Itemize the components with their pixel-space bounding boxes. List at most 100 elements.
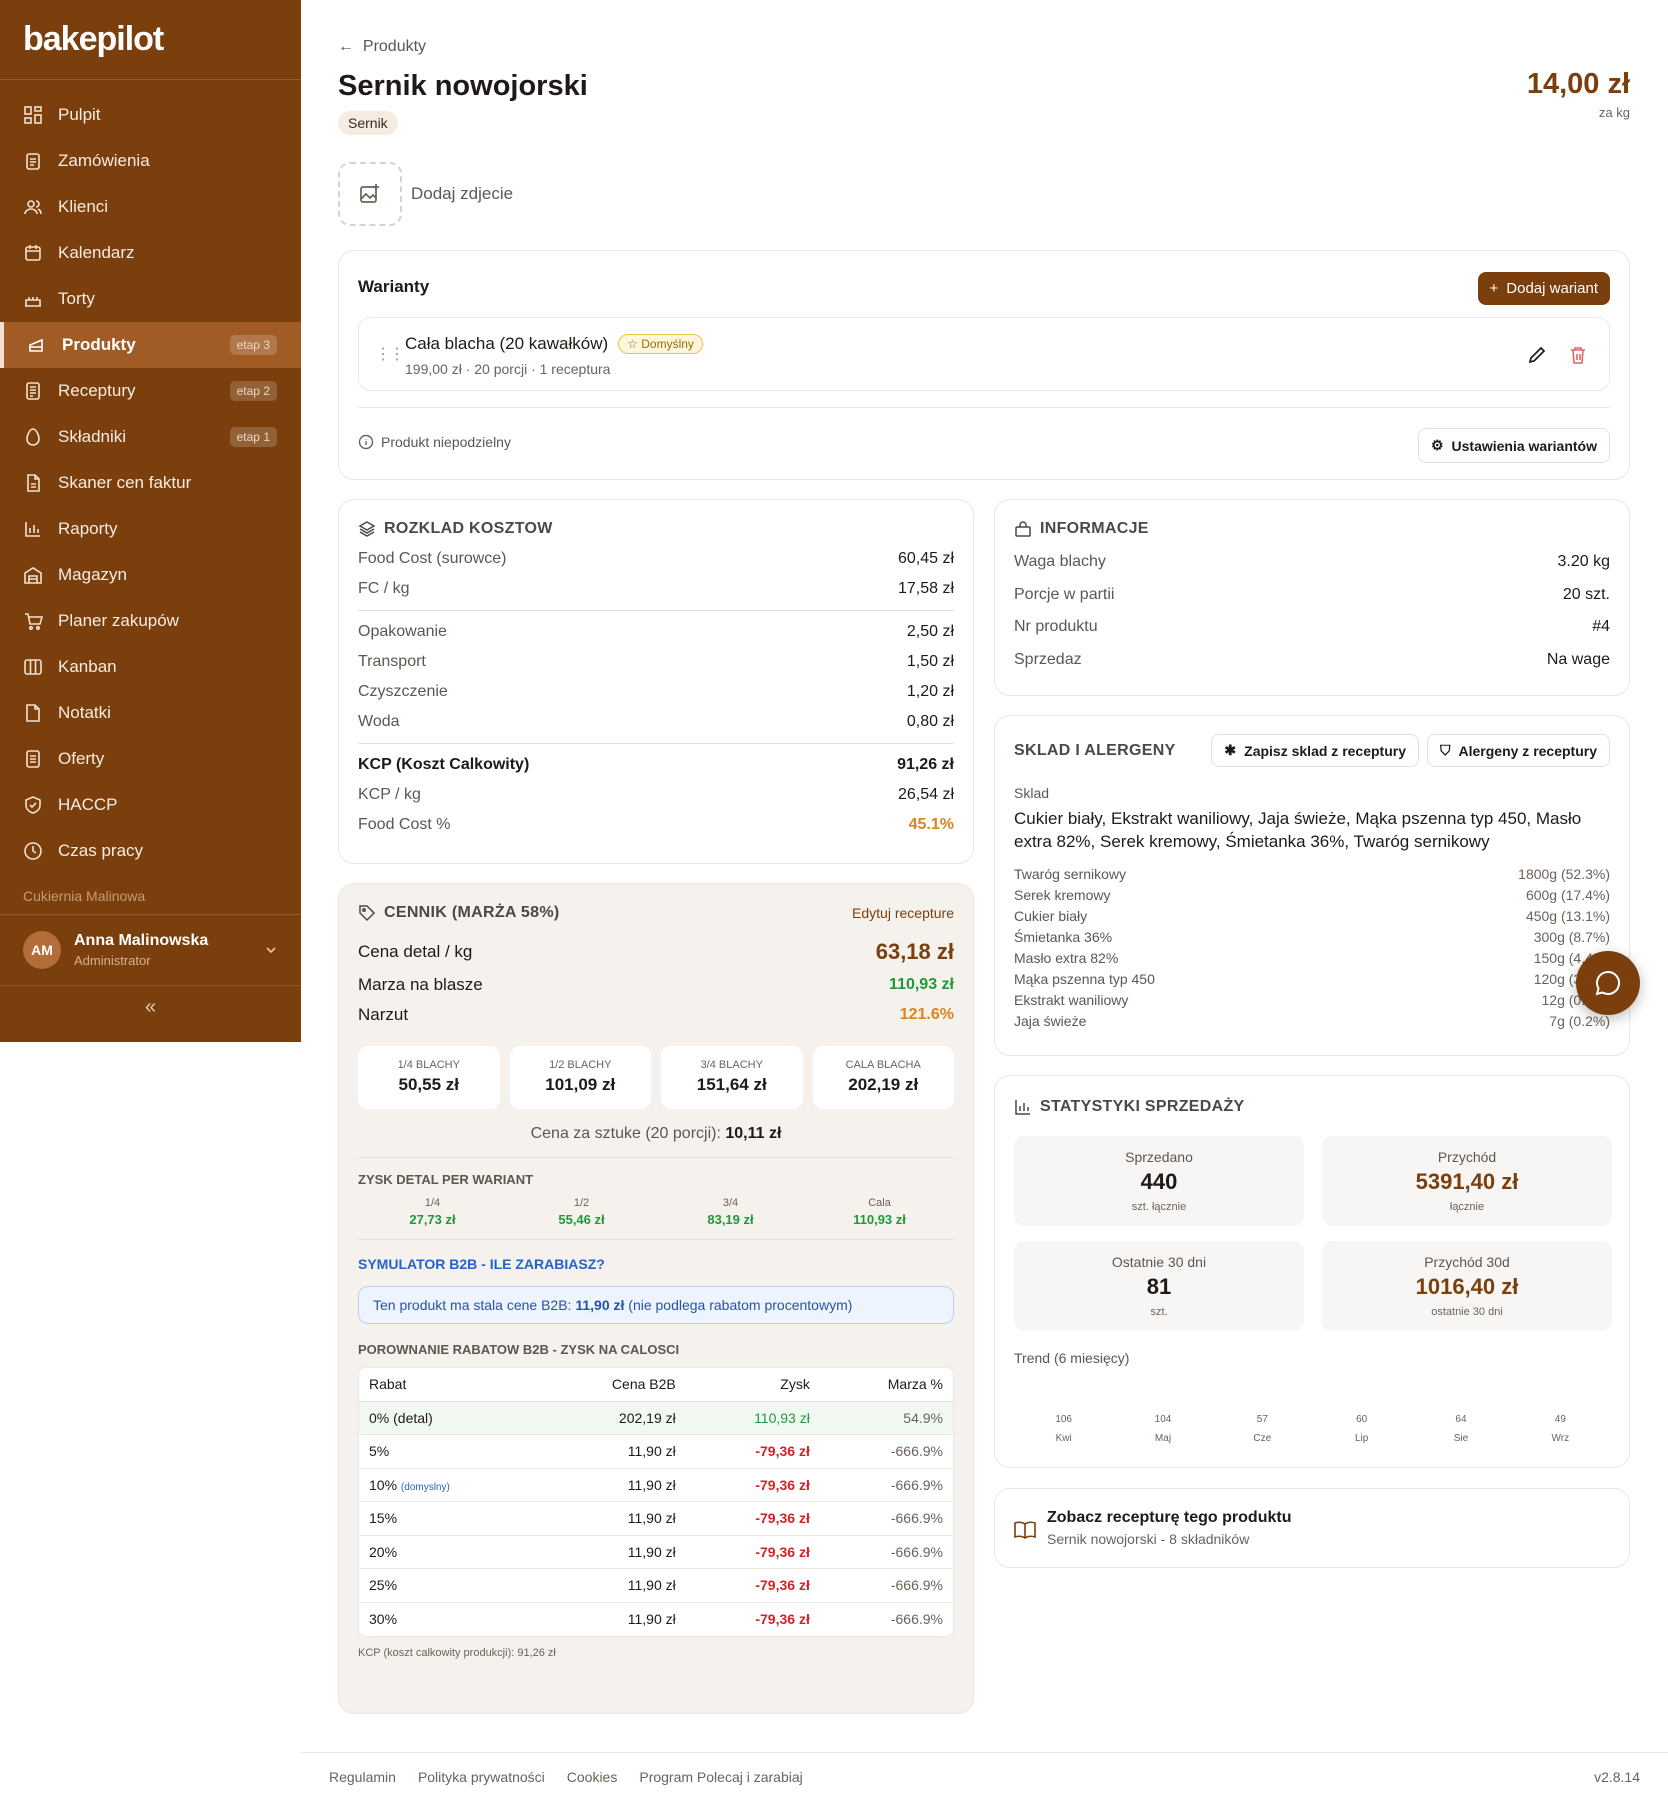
variant-name: Cała blacha (20 kawałków) (405, 334, 609, 353)
sidebar-item-skaner[interactable]: Skaner cen faktur (0, 460, 301, 506)
profit-value: 55,46 zł (558, 1212, 605, 1227)
add-variant-button[interactable]: + Dodaj wariant (1477, 272, 1610, 305)
recipe-link-card[interactable]: Zobacz recepturę tego produktu Sernik no… (994, 1488, 1630, 1568)
footer-link-regulamin[interactable]: Regulamin (329, 1769, 396, 1785)
variant-item[interactable]: ⋮⋮ Cała blacha (20 kawałków) ☆ Domyślny … (358, 317, 1610, 391)
portion-value: 202,19 zł (848, 1075, 919, 1094)
sidebar-item-receptury[interactable]: Receptury etap 2 (0, 368, 301, 414)
allergens-button[interactable]: ⛉ Alergeny z receptury (1427, 734, 1610, 767)
page-title: Sernik nowojorski (338, 70, 588, 102)
portion-label: 1/4 BLACHY (397, 1059, 460, 1071)
cell-discount: 20% (359, 1535, 538, 1569)
sidebar-item-planer[interactable]: Planer zakupów (0, 598, 301, 644)
cell-discount: 15% (359, 1501, 538, 1536)
profit-value: 83,19 zł (707, 1212, 754, 1227)
ingredient-amount: 7g (0.2%) (1549, 1012, 1610, 1029)
profit-value: 27,73 zł (409, 1212, 456, 1227)
cost-row-total: KCP (Koszt Calkowity) 91,26 zł (358, 750, 954, 780)
sidebar-item-pulpit[interactable]: Pulpit (0, 92, 301, 138)
info-label: Waga blachy (1014, 553, 1106, 571)
stat-sub: ostatnie 30 dni (1431, 1306, 1503, 1318)
ingredient-amount: 600g (17.4%) (1525, 886, 1610, 903)
portion-box: 1/4 BLACHY 50,55 zł (358, 1046, 500, 1109)
portion-box: 3/4 BLACHY 151,64 zł (661, 1046, 803, 1109)
sidebar-item-magazyn[interactable]: Magazyn (0, 552, 301, 598)
sidebar-item-skladniki[interactable]: Składniki etap 1 (0, 414, 301, 460)
cost-label: Czyszczenie (358, 683, 448, 700)
cell-margin: 54.9% (819, 1401, 953, 1435)
sidebar-item-label: Oferty (58, 749, 105, 768)
add-photo-button[interactable]: Dodaj zdjecie (338, 162, 513, 226)
footer-link-referral[interactable]: Program Polecaj i zarabiaj (639, 1769, 802, 1785)
profit-label: 1/4 (424, 1197, 441, 1209)
stage-badge: etap 3 (229, 335, 277, 355)
stat-box: Sprzedano 440 szt. łącznie (1014, 1136, 1304, 1226)
b2b-note-post: (nie podlega rabatom procentowym) (628, 1297, 853, 1313)
variants-card: Warianty + Dodaj wariant ⋮⋮ Cała blacha (… (338, 250, 1630, 480)
stat-sub: szt. łącznie (1131, 1201, 1187, 1213)
edit-icon[interactable] (1527, 345, 1547, 365)
cake-slice-icon (29, 338, 43, 352)
info-value: 3.20 kg (1557, 553, 1610, 571)
shield-check-icon (25, 796, 41, 814)
cost-breakdown-card: ROZKLAD KOSZTOW Food Cost (surowce) 60,45… (338, 499, 974, 864)
trend-month: Kwi (1055, 1433, 1072, 1444)
user-name: Anna Malinowska (74, 932, 209, 949)
sidebar-item-produkty[interactable]: Produkty etap 3 (0, 322, 301, 368)
save-composition-label: Zapisz sklad z receptury (1244, 742, 1406, 759)
cell-margin: -666.9% (819, 1535, 953, 1569)
cost-value: 45.1% (908, 816, 954, 833)
sidebar-item-zamowienia[interactable]: Zamówienia (0, 138, 301, 184)
sidebar-item-kanban[interactable]: Kanban (0, 644, 301, 690)
cost-row: FC / kg 17,58 zł (358, 574, 954, 604)
footer-link-privacy[interactable]: Polityka prywatności (418, 1769, 545, 1785)
sidebar-item-kalendarz[interactable]: Kalendarz (0, 230, 301, 276)
variant-settings-button[interactable]: ⚙ Ustawienia wariantów (1417, 428, 1610, 463)
portion-box: 1/2 BLACHY 101,09 zł (509, 1046, 651, 1109)
cost-label: Woda (358, 713, 400, 730)
indivisible-label: Produkt niepodzielny (381, 434, 511, 450)
sidebar-item-label: Skaner cen faktur (58, 473, 192, 492)
info-row: Waga blachy 3.20 kg (1014, 546, 1610, 579)
cost-breakdown-title-label: ROZKLAD KOSZTOW (384, 520, 553, 537)
sidebar-item-notatki[interactable]: Notatki (0, 690, 301, 736)
back-link[interactable]: ← Produkty (338, 38, 426, 56)
note-icon (26, 704, 40, 722)
indivisible-note: Produkt niepodzielny (358, 434, 511, 450)
sidebar-item-oferty[interactable]: Oferty (0, 736, 301, 782)
sidebar-item-label: Zamówienia (58, 151, 150, 170)
cost-label: Opakowanie (358, 623, 447, 640)
footer-link-cookies[interactable]: Cookies (567, 1769, 618, 1785)
bar-chart-icon (1015, 1100, 1030, 1115)
sidebar-item-torty[interactable]: Torty (0, 276, 301, 322)
app-logo[interactable]: bakepilot (0, 0, 301, 80)
trend-value: 49 (1554, 1414, 1566, 1425)
sidebar-item-label: Pulpit (58, 105, 101, 124)
ingredient-row: Twaróg sernikowy 1800g (52.3%) (1014, 863, 1610, 884)
arrow-left-icon: ← (338, 38, 363, 55)
trend-item: 106 Kwi (1014, 1414, 1113, 1444)
collapse-sidebar-button[interactable]: « (0, 986, 301, 1019)
trend-item: 57 Cze (1213, 1414, 1312, 1444)
add-variant-label: Dodaj wariant (1506, 280, 1598, 297)
book-open-icon (1014, 1521, 1036, 1539)
profit-label: 3/4 (722, 1197, 739, 1209)
edit-recipe-link[interactable]: Edytuj recepture (852, 905, 954, 921)
sidebar: bakepilot Pulpit Zamówienia Klienci Kale… (0, 0, 301, 1042)
chat-button[interactable] (1576, 951, 1640, 1015)
cell-profit: -79,36 zł (685, 1468, 820, 1502)
trash-icon[interactable] (1569, 345, 1587, 365)
sidebar-item-haccp[interactable]: HACCP (0, 782, 301, 828)
product-price: 14,00 zł za kg (1527, 68, 1630, 120)
user-menu[interactable]: AM Anna Malinowska Administrator (0, 915, 301, 986)
drag-handle-icon[interactable]: ⋮⋮ (375, 344, 405, 364)
composition-label: Sklad (1014, 785, 1050, 801)
save-composition-button[interactable]: ✱ Zapisz sklad z receptury (1211, 734, 1419, 767)
cell-price: 11,90 zł (537, 1434, 686, 1469)
sidebar-item-klienci[interactable]: Klienci (0, 184, 301, 230)
sidebar-item-czas-pracy[interactable]: Czas pracy (0, 828, 301, 874)
sidebar-item-raporty[interactable]: Raporty (0, 506, 301, 552)
stat-box: Przychód 30d 1016,40 zł ostatnie 30 dni (1322, 1241, 1612, 1331)
kanban-icon (24, 659, 42, 675)
trend-month: Wrz (1551, 1433, 1570, 1444)
